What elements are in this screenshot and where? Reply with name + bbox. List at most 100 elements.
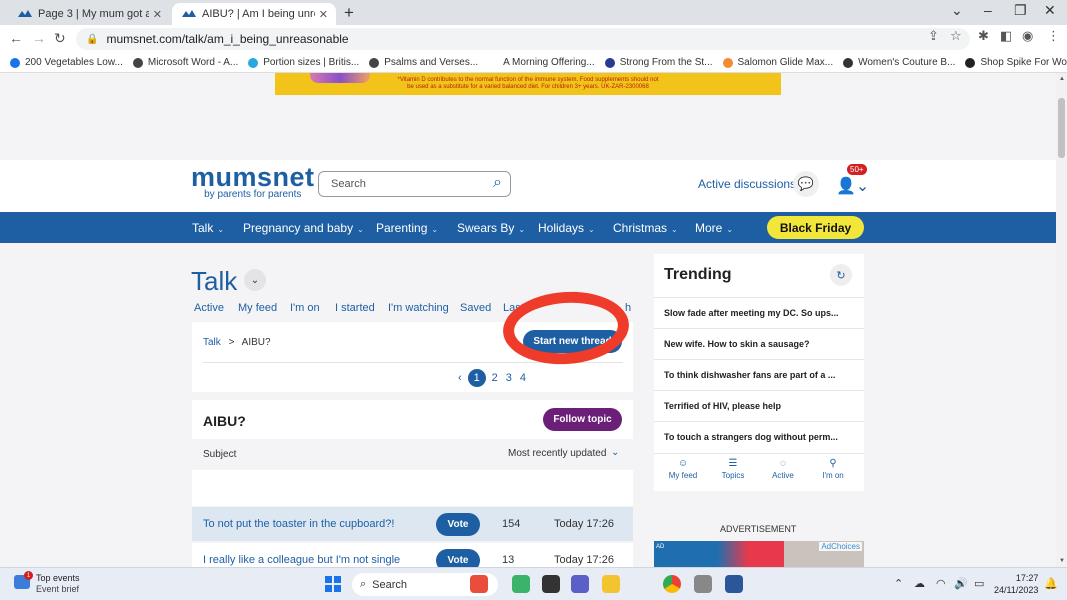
chevron-up-icon[interactable]: ⌃: [894, 577, 903, 590]
thread-title-link[interactable]: I really like a colleague but I'm not si…: [203, 554, 400, 566]
nav-item-parenting[interactable]: Parenting ⌄: [376, 221, 438, 235]
black-friday-button[interactable]: Black Friday: [767, 216, 864, 239]
table-row[interactable]: I really like a colleague but I'm not si…: [192, 543, 633, 567]
pager-page[interactable]: 4: [520, 372, 526, 384]
page-scrollbar[interactable]: ▲ ▼: [1056, 73, 1067, 567]
nav-item-talk[interactable]: Talk ⌄: [192, 221, 224, 235]
wifi-icon[interactable]: ◠: [936, 577, 946, 590]
url-text[interactable]: mumsnet.com/talk/am_i_being_unreasonable: [106, 32, 348, 46]
nav-item-holidays[interactable]: Holidays ⌄: [538, 221, 595, 235]
trending-item[interactable]: Slow fade after meeting my DC. So ups...: [654, 297, 864, 328]
battery-icon[interactable]: ▭: [974, 577, 984, 590]
nav-item-more[interactable]: More ⌄: [695, 221, 733, 235]
follow-topic-button[interactable]: Follow topic: [543, 408, 622, 431]
bookmark-item[interactable]: Shop Spike For Wo...: [965, 57, 1067, 68]
bookmark-item[interactable]: Portion sizes | Britis...: [248, 57, 359, 68]
tab-search-chevron-icon[interactable]: ⌄: [951, 2, 963, 19]
bookmark-item[interactable]: 200 Vegetables Low...: [10, 57, 123, 68]
thread-title-link[interactable]: To not put the toaster in the cupboard?!: [203, 518, 394, 530]
back-icon[interactable]: ←: [9, 30, 23, 46]
breadcrumb-talk-link[interactable]: Talk: [203, 337, 221, 348]
widgets-button[interactable]: Top events Event brief: [36, 573, 80, 595]
mumsnet-app-icon[interactable]: [694, 575, 712, 593]
tab-partial[interactable]: h: [625, 302, 631, 314]
tab-i-started[interactable]: I started: [335, 302, 375, 314]
extensions-icon[interactable]: ✱: [978, 28, 989, 44]
scroll-down-icon[interactable]: ▼: [1059, 558, 1065, 564]
bookmark-item[interactable]: Women's Couture B...: [843, 57, 955, 68]
nav-item-pregnancy[interactable]: Pregnancy and baby ⌄: [243, 221, 364, 235]
browser-tab[interactable]: Page 3 | My mum got a tattoo | Mu ✕: [8, 3, 170, 25]
url-bar[interactable]: 🔒 mumsnet.com/talk/am_i_being_unreasonab…: [76, 28, 970, 50]
bookmark-item[interactable]: Strong From the St...: [604, 57, 713, 68]
pager-page[interactable]: 2: [492, 372, 498, 384]
system-clock[interactable]: 17:27 24/11/2023: [994, 572, 1038, 596]
close-window-icon[interactable]: ✕: [1044, 2, 1056, 19]
footer-my-feed[interactable]: ☺ My feed: [658, 458, 708, 480]
forward-icon[interactable]: →: [32, 30, 46, 46]
profile-avatar[interactable]: ◉: [1022, 28, 1033, 44]
close-icon[interactable]: ✕: [319, 8, 328, 21]
volume-icon[interactable]: 🔊: [954, 577, 968, 590]
pager-page[interactable]: 3: [506, 372, 512, 384]
footer-im-on[interactable]: ⚲ I'm on: [808, 458, 858, 480]
chevron-down-icon[interactable]: ⌄: [244, 269, 266, 291]
bookmark-item[interactable]: Microsoft Word - A...: [132, 57, 238, 68]
search-input[interactable]: Search ⌕: [318, 171, 511, 197]
top-ad-banner[interactable]: *Vitamin D contributes to the normal fun…: [275, 73, 781, 95]
browser-menu-icon[interactable]: ⋮: [1047, 28, 1060, 44]
refresh-icon[interactable]: ↻: [830, 264, 852, 286]
teams-icon[interactable]: [512, 575, 530, 593]
scroll-up-icon[interactable]: ▲: [1059, 76, 1065, 82]
minimize-icon[interactable]: –: [984, 2, 992, 18]
cloud-icon[interactable]: ☁: [914, 577, 925, 590]
tab-saved[interactable]: Saved: [460, 302, 491, 314]
folder-icon[interactable]: [602, 575, 620, 593]
chevron-down-icon[interactable]: ⌄: [611, 447, 619, 458]
bookmark-item[interactable]: Psalms and Verses...: [369, 57, 478, 68]
footer-topics[interactable]: ☰ Topics: [708, 458, 758, 480]
search-icon[interactable]: ⌕: [493, 174, 502, 192]
trending-item[interactable]: To think dishwasher fans are part of a .…: [654, 359, 864, 390]
tab-im-watching[interactable]: I'm watching: [388, 302, 449, 314]
windows-start-icon[interactable]: [325, 576, 341, 592]
pager-page-current[interactable]: 1: [467, 369, 486, 387]
tab-im-on[interactable]: I'm on: [290, 302, 320, 314]
nav-item-swears-by[interactable]: Swears By ⌄: [457, 221, 525, 235]
ad-choices-link[interactable]: AdChoices: [819, 542, 862, 551]
mumsnet-logo[interactable]: mumsnet by parents for parents: [191, 163, 315, 200]
pager-prev-icon[interactable]: ‹: [458, 372, 462, 384]
vote-button[interactable]: Vote: [436, 513, 480, 536]
share-icon[interactable]: ⇪: [928, 28, 939, 44]
bookmark-item[interactable]: A Morning Offering...: [488, 57, 595, 68]
word-icon[interactable]: [725, 575, 743, 593]
vote-button[interactable]: Vote: [436, 549, 480, 567]
footer-active[interactable]: ◌ Active: [758, 458, 808, 480]
tab-my-feed[interactable]: My feed: [238, 302, 277, 314]
nav-item-christmas[interactable]: Christmas ⌄: [613, 221, 678, 235]
reload-icon[interactable]: ↻: [54, 30, 66, 47]
side-panel-icon[interactable]: ◧: [1000, 28, 1012, 44]
close-icon[interactable]: ✕: [153, 8, 162, 21]
advertisement-box[interactable]: AD AdChoices: [654, 541, 864, 567]
chat-bubble-icon[interactable]: 💬: [793, 171, 819, 197]
notification-bell-icon[interactable]: 🔔: [1044, 577, 1058, 590]
new-tab-button[interactable]: +: [344, 3, 354, 23]
chat-app-icon[interactable]: [571, 575, 589, 593]
trending-item[interactable]: Terrified of HIV, please help: [654, 390, 864, 421]
scroll-thumb[interactable]: [1058, 98, 1065, 158]
active-discussions-link[interactable]: Active discussions: [698, 177, 796, 191]
file-explorer-dark-icon[interactable]: [542, 575, 560, 593]
trending-item[interactable]: New wife. How to skin a sausage?: [654, 328, 864, 359]
restore-icon[interactable]: ❐: [1014, 2, 1027, 19]
sort-dropdown[interactable]: Most recently updated: [508, 448, 606, 459]
chrome-icon[interactable]: [663, 575, 681, 593]
table-row[interactable]: To not put the toaster in the cupboard?!…: [192, 507, 633, 541]
user-account-icon[interactable]: 👤⌄: [836, 176, 869, 196]
lock-icon[interactable]: 🔒: [86, 34, 98, 45]
browser-tab-active[interactable]: AIBU? | Am I being unreasonable ✕: [172, 3, 336, 25]
trending-item[interactable]: To touch a strangers dog without perm...: [654, 421, 864, 452]
bookmark-star-icon[interactable]: ☆: [950, 28, 962, 44]
tab-active[interactable]: Active: [194, 302, 224, 314]
bookmark-item[interactable]: Salomon Glide Max...: [722, 57, 833, 68]
